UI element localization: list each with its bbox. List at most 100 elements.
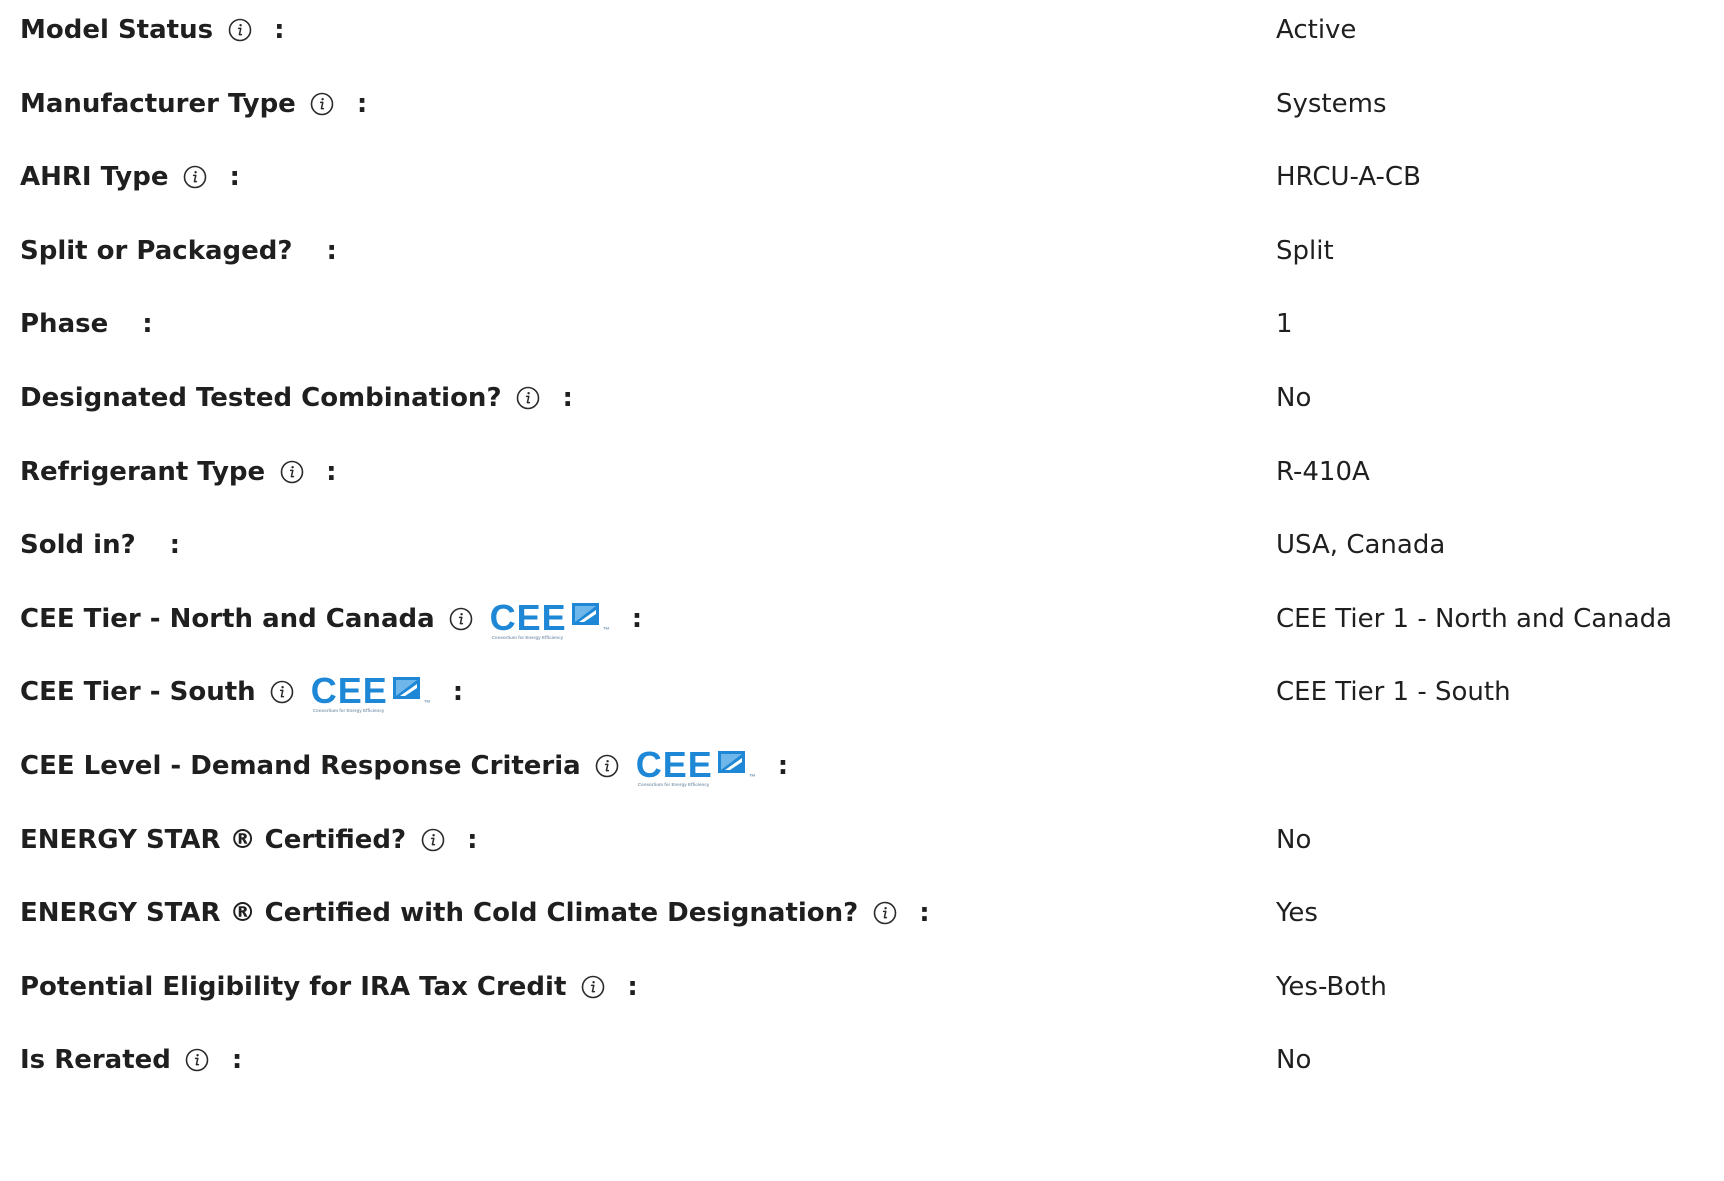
info-icon[interactable]: [516, 386, 541, 411]
label-separator: :: [326, 235, 337, 266]
spec-value: 1: [1276, 309, 1293, 340]
spec-label: Manufacturer Type:: [20, 74, 367, 134]
label-separator: :: [627, 971, 638, 1002]
cee-logo-text: CEE: [635, 744, 713, 785]
spec-label-text: Is Rerated: [20, 1045, 171, 1076]
spec-row: CEE Level - Demand Response Criteria CEE ™…: [0, 736, 1724, 796]
spec-row: ENERGY STAR ® Certified with Cold Climat…: [0, 883, 1724, 943]
info-icon[interactable]: [595, 754, 620, 779]
spec-value: CEE Tier 1 - North and Canada: [1276, 603, 1673, 634]
label-separator: :: [356, 88, 368, 119]
info-icon[interactable]: [872, 901, 897, 926]
spec-label: Designated Tested Combination?:: [20, 368, 573, 428]
cee-mark-icon: [717, 749, 747, 782]
spec-label: Potential Eligibility for IRA Tax Credit…: [20, 957, 638, 1017]
spec-row: Split or Packaged?: Split: [0, 221, 1724, 281]
spec-label: ENERGY STAR ® Certified?:: [20, 810, 478, 870]
spec-label: Phase:: [20, 294, 153, 354]
info-icon[interactable]: [449, 606, 474, 631]
spec-value: USA, Canada: [1276, 530, 1446, 561]
spec-value: No: [1276, 824, 1312, 855]
spec-row: Is Rerated: No: [0, 1030, 1724, 1090]
info-icon[interactable]: [310, 91, 335, 116]
spec-label-text: ENERGY STAR ® Certified?: [20, 824, 407, 855]
cee-logo-tagline: Consortium for Energy Efficiency: [491, 634, 564, 640]
cee-mark-icon: [392, 675, 422, 708]
spec-value: Yes-Both: [1276, 971, 1387, 1002]
spec-row: Model Status: Active: [0, 0, 1724, 60]
spec-value: Active: [1276, 15, 1357, 45]
label-separator: :: [229, 162, 240, 193]
spec-label-text: ENERGY STAR ® Certified with Cold Climat…: [20, 898, 859, 929]
label-separator: :: [231, 1045, 243, 1076]
cee-trademark: ™: [748, 774, 756, 781]
spec-row: Manufacturer Type: Systems: [0, 74, 1724, 134]
label-separator: :: [326, 456, 337, 487]
spec-label-text: Refrigerant Type: [20, 456, 266, 487]
spec-label-text: Split or Packaged?: [20, 235, 293, 266]
spec-label: CEE Level - Demand Response Criteria CEE ™…: [20, 736, 788, 796]
spec-value: No: [1276, 383, 1312, 413]
spec-row: Potential Eligibility for IRA Tax Credit…: [0, 957, 1724, 1017]
spec-label-text: AHRI Type: [20, 162, 169, 193]
label-separator: :: [631, 603, 643, 634]
spec-label-text: Designated Tested Combination?: [20, 383, 502, 413]
spec-label-text: Manufacturer Type: [20, 88, 296, 119]
label-separator: :: [452, 677, 464, 708]
label-separator: :: [274, 15, 285, 45]
info-icon[interactable]: [279, 459, 304, 484]
cee-logo-text: CEE: [310, 670, 388, 712]
info-icon[interactable]: [420, 827, 445, 852]
spec-row: Designated Tested Combination?: No: [0, 368, 1724, 428]
spec-label-text: Model Status: [20, 15, 214, 45]
spec-label: Refrigerant Type:: [20, 442, 337, 502]
cee-logo-tagline: Consortium for Energy Efficiency: [637, 782, 710, 787]
cee-trademark: ™: [423, 700, 431, 708]
label-separator: :: [777, 751, 789, 781]
cee-trademark: ™: [602, 626, 610, 634]
spec-label: Sold in?:: [20, 515, 180, 575]
spec-row: CEE Tier - South CEE ™ Consortium for Energ…: [0, 662, 1724, 722]
spec-label: AHRI Type:: [20, 147, 240, 207]
info-icon[interactable]: [270, 680, 295, 705]
spec-row: ENERGY STAR ® Certified?: No: [0, 810, 1724, 870]
spec-label: CEE Tier - South CEE ™ Consortium for Energ…: [20, 662, 463, 722]
cee-logo: CEE ™ Consortium for Energy Efficiency: [635, 744, 756, 788]
spec-value: R-410A: [1276, 456, 1370, 487]
spec-value: CEE Tier 1 - South: [1276, 677, 1511, 708]
spec-value: Systems: [1276, 88, 1387, 119]
info-icon[interactable]: [227, 18, 252, 43]
spec-value: Split: [1276, 235, 1334, 266]
spec-label: Model Status:: [20, 0, 284, 60]
cee-mark-icon: [571, 601, 601, 634]
spec-label-text: Potential Eligibility for IRA Tax Credit: [20, 971, 567, 1002]
info-icon[interactable]: [182, 165, 207, 190]
info-icon[interactable]: [185, 1048, 210, 1073]
label-separator: :: [169, 530, 181, 561]
spec-label-text: CEE Tier - North and Canada: [20, 603, 435, 634]
spec-row: Refrigerant Type: R-410A: [0, 442, 1724, 502]
spec-row: CEE Tier - North and Canada CEE ™ Consortiu…: [0, 589, 1724, 649]
spec-label: ENERGY STAR ® Certified with Cold Climat…: [20, 883, 930, 943]
spec-row: Sold in?: USA, Canada: [0, 515, 1724, 575]
spec-value: Yes: [1276, 898, 1318, 929]
spec-row: Phase: 1: [0, 294, 1724, 354]
info-icon[interactable]: [580, 974, 605, 999]
cee-logo-text: CEE: [489, 596, 567, 638]
spec-value: HRCU-A-CB: [1276, 162, 1421, 193]
cee-logo: CEE ™ Consortium for Energy Efficiency: [310, 670, 431, 714]
spec-label: Is Rerated:: [20, 1030, 242, 1090]
label-separator: :: [467, 824, 478, 855]
cee-logo: CEE ™ Consortium for Energy Efficiency: [489, 596, 610, 640]
spec-label-text: Sold in?: [20, 530, 136, 561]
spec-row: AHRI Type: HRCU-A-CB: [0, 147, 1724, 207]
spec-label-text: Phase: [20, 309, 109, 340]
label-separator: :: [919, 898, 930, 929]
label-separator: :: [562, 383, 573, 413]
spec-label-text: CEE Level - Demand Response Criteria: [20, 751, 581, 781]
spec-label-text: CEE Tier - South: [20, 677, 256, 708]
spec-label: Split or Packaged?:: [20, 221, 337, 281]
label-separator: :: [142, 309, 153, 340]
spec-label: CEE Tier - North and Canada CEE ™ Consortiu…: [20, 589, 642, 649]
spec-value: No: [1276, 1045, 1312, 1076]
